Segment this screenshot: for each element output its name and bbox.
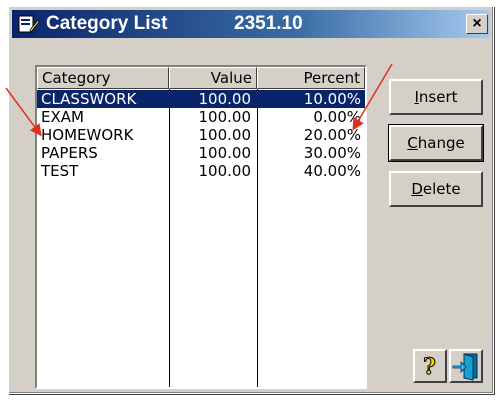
- table-row[interactable]: PAPERS 100.00 30.00%: [37, 144, 365, 162]
- cell-percent: 30.00%: [303, 144, 361, 162]
- close-button[interactable]: ×: [466, 14, 488, 34]
- insert-button[interactable]: Insert: [389, 79, 483, 115]
- delete-label: elete: [422, 180, 461, 198]
- exit-button[interactable]: [449, 349, 483, 383]
- table-row[interactable]: EXAM 100.00 0.00%: [37, 108, 365, 126]
- cell-value: 100.00: [198, 90, 252, 108]
- title-bar[interactable]: Category List 2351.10 ×: [12, 10, 490, 38]
- cell-percent: 20.00%: [303, 126, 361, 144]
- cell-value: 100.00: [198, 144, 252, 162]
- window-title: Category List: [46, 13, 168, 34]
- cell-category: PAPERS: [41, 144, 98, 162]
- title-total-value: 2351.10: [234, 13, 303, 34]
- table-row[interactable]: TEST 100.00 40.00%: [37, 162, 365, 180]
- cell-category: CLASSWORK: [41, 90, 137, 108]
- cell-percent: 10.00%: [303, 90, 361, 108]
- cell-value: 100.00: [198, 108, 252, 126]
- insert-label: nsert: [418, 88, 458, 106]
- table-row[interactable]: HOMEWORK 100.00 20.00%: [37, 126, 365, 144]
- category-list-window: Category List 2351.10 × Category Value P…: [8, 6, 494, 394]
- change-label: hange: [417, 134, 465, 152]
- table-row[interactable]: CLASSWORK 100.00 10.00%: [37, 90, 365, 108]
- delete-button[interactable]: Delete: [389, 171, 483, 207]
- column-header-percent[interactable]: Percent: [257, 67, 365, 89]
- help-icon: ?: [423, 354, 437, 381]
- cell-category: TEST: [41, 162, 79, 180]
- exit-door-icon: [452, 353, 478, 381]
- cell-percent: 0.00%: [313, 108, 361, 126]
- column-header-value[interactable]: Value: [169, 67, 257, 89]
- change-accel: C: [407, 134, 418, 152]
- change-button[interactable]: Change: [388, 124, 484, 162]
- cell-category: EXAM: [41, 108, 84, 126]
- svg-text:?: ?: [423, 354, 436, 380]
- app-icon: [18, 15, 40, 33]
- cell-value: 100.00: [198, 126, 252, 144]
- delete-accel: D: [411, 180, 423, 198]
- cell-value: 100.00: [198, 162, 252, 180]
- cell-category: HOMEWORK: [41, 126, 134, 144]
- category-listview[interactable]: Category Value Percent CLASSWORK 100.00 …: [35, 65, 367, 389]
- column-header-category[interactable]: Category: [37, 67, 169, 89]
- help-button[interactable]: ?: [413, 349, 447, 383]
- cell-percent: 40.00%: [303, 162, 361, 180]
